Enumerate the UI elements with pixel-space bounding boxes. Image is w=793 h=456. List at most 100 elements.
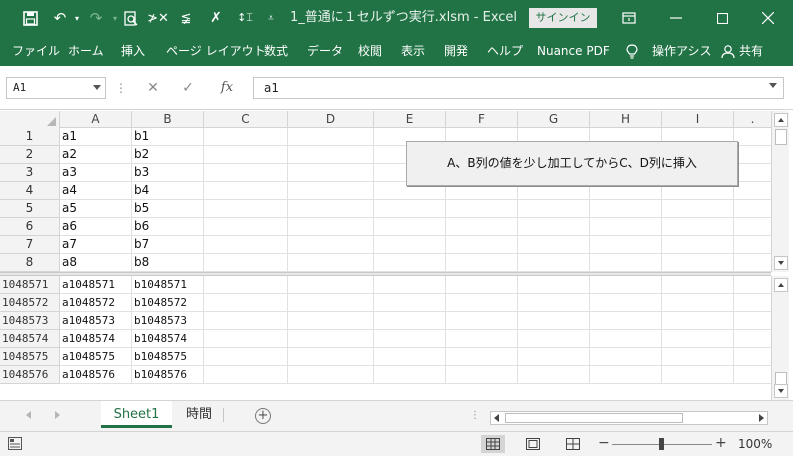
- share-person-icon[interactable]: [721, 36, 737, 66]
- cell-c[interactable]: [204, 254, 288, 272]
- cell-b[interactable]: b1: [132, 128, 204, 146]
- column-header-b[interactable]: B: [132, 111, 204, 128]
- cell-h[interactable]: [590, 366, 662, 384]
- save-icon[interactable]: [18, 0, 42, 36]
- cell-e[interactable]: [374, 254, 446, 272]
- page-layout-view-icon[interactable]: [521, 435, 545, 453]
- cancel-entry-icon[interactable]: ✕: [140, 77, 166, 99]
- row-header[interactable]: 2: [0, 146, 60, 164]
- scroll-right-button[interactable]: [755, 412, 767, 424]
- undo-dropdown-icon[interactable]: ▾: [72, 0, 82, 36]
- customize-toolbar-icon[interactable]: ⩡: [264, 0, 278, 36]
- column-header-d[interactable]: D: [288, 111, 374, 128]
- cell-d[interactable]: [288, 276, 374, 294]
- cell-c[interactable]: [204, 146, 288, 164]
- row-header[interactable]: 1048572: [0, 294, 60, 312]
- cell-e[interactable]: [374, 312, 446, 330]
- cell-g[interactable]: [518, 236, 590, 254]
- bottom-pane-scrollbar[interactable]: [771, 276, 789, 400]
- column-header-c[interactable]: C: [204, 111, 288, 128]
- row-header[interactable]: 8: [0, 254, 60, 272]
- add-sheet-icon[interactable]: +: [255, 408, 271, 424]
- cell-f[interactable]: [446, 254, 518, 272]
- cell-b[interactable]: b1048571: [132, 276, 204, 294]
- cell-f[interactable]: [446, 348, 518, 366]
- cell-b[interactable]: b1048575: [132, 348, 204, 366]
- formula-input[interactable]: a1: [253, 77, 784, 99]
- redo-dropdown-icon[interactable]: ▾: [110, 0, 120, 36]
- row-header[interactable]: 1: [0, 128, 60, 146]
- row-header[interactable]: 6: [0, 218, 60, 236]
- sign-in-button[interactable]: サインイン: [529, 8, 597, 28]
- cell-f[interactable]: [446, 366, 518, 384]
- cell-i[interactable]: [662, 312, 734, 330]
- cell-d[interactable]: [288, 348, 374, 366]
- cell-h[interactable]: [590, 348, 662, 366]
- cell-a[interactable]: a3: [60, 164, 132, 182]
- indent-icon[interactable]: ≨: [174, 0, 198, 36]
- cell-c[interactable]: [204, 312, 288, 330]
- cell-h[interactable]: [590, 276, 662, 294]
- cell-c[interactable]: [204, 366, 288, 384]
- cell-d[interactable]: [288, 200, 374, 218]
- cell-e[interactable]: [374, 236, 446, 254]
- tab-formulas[interactable]: 数式: [264, 36, 288, 66]
- cell-c[interactable]: [204, 330, 288, 348]
- name-box[interactable]: A1: [6, 77, 106, 99]
- undo-icon[interactable]: ↶: [48, 0, 72, 36]
- scroll-up-button[interactable]: [774, 113, 788, 127]
- cell-d[interactable]: [288, 330, 374, 348]
- cell-d[interactable]: [288, 236, 374, 254]
- cell-g[interactable]: [518, 312, 590, 330]
- zoom-level[interactable]: 100%: [738, 437, 772, 451]
- normal-view-icon[interactable]: [481, 435, 505, 453]
- scroll-down-button[interactable]: [774, 384, 788, 398]
- cell-i[interactable]: [662, 254, 734, 272]
- cell-a[interactable]: a1048574: [60, 330, 132, 348]
- cell-f[interactable]: [446, 276, 518, 294]
- tab-split-handle-icon[interactable]: ⋮: [470, 410, 480, 421]
- page-break-view-icon[interactable]: [561, 435, 585, 453]
- cell-b[interactable]: b7: [132, 236, 204, 254]
- cell-a[interactable]: a2: [60, 146, 132, 164]
- cell-g[interactable]: [518, 254, 590, 272]
- scroll-down-button[interactable]: [774, 256, 788, 270]
- cell-d[interactable]: [288, 218, 374, 236]
- scroll-thumb[interactable]: [775, 129, 787, 145]
- cell-c[interactable]: [204, 182, 288, 200]
- tab-view[interactable]: 表示: [401, 36, 425, 66]
- cell-b[interactable]: b1048574: [132, 330, 204, 348]
- cell-e[interactable]: [374, 366, 446, 384]
- cell-g[interactable]: [518, 294, 590, 312]
- maximize-icon[interactable]: [699, 0, 745, 36]
- zoom-out-icon[interactable]: −: [598, 435, 610, 451]
- row-header[interactable]: 1048571: [0, 276, 60, 294]
- sheet-tab-time[interactable]: 時間: [176, 401, 222, 428]
- cell-f[interactable]: [446, 236, 518, 254]
- cut-cells-icon[interactable]: ≯✕: [146, 0, 170, 36]
- share-button[interactable]: 共有: [739, 36, 763, 66]
- cell-g[interactable]: [518, 348, 590, 366]
- tab-developer[interactable]: 開発: [444, 36, 468, 66]
- cell-c[interactable]: [204, 164, 288, 182]
- tab-help[interactable]: ヘルプ: [487, 36, 523, 66]
- tab-file[interactable]: ファイル: [12, 36, 60, 66]
- row-header[interactable]: 5: [0, 200, 60, 218]
- top-pane-scrollbar[interactable]: [771, 111, 789, 272]
- minimize-icon[interactable]: [653, 0, 699, 36]
- cell-b[interactable]: b2: [132, 146, 204, 164]
- cell-i[interactable]: [662, 200, 734, 218]
- cell-a[interactable]: a1: [60, 128, 132, 146]
- cell-f[interactable]: [446, 312, 518, 330]
- row-header[interactable]: 4: [0, 182, 60, 200]
- cell-d[interactable]: [288, 164, 374, 182]
- cell-h[interactable]: [590, 312, 662, 330]
- cell-i[interactable]: [662, 348, 734, 366]
- sheet-tab-sheet1[interactable]: Sheet1: [101, 401, 172, 428]
- cell-f[interactable]: [446, 330, 518, 348]
- tab-review[interactable]: 校閲: [358, 36, 382, 66]
- cell-g[interactable]: [518, 366, 590, 384]
- redo-icon[interactable]: ↷: [84, 0, 108, 36]
- cell-f[interactable]: [446, 218, 518, 236]
- lightbulb-icon[interactable]: [626, 36, 642, 66]
